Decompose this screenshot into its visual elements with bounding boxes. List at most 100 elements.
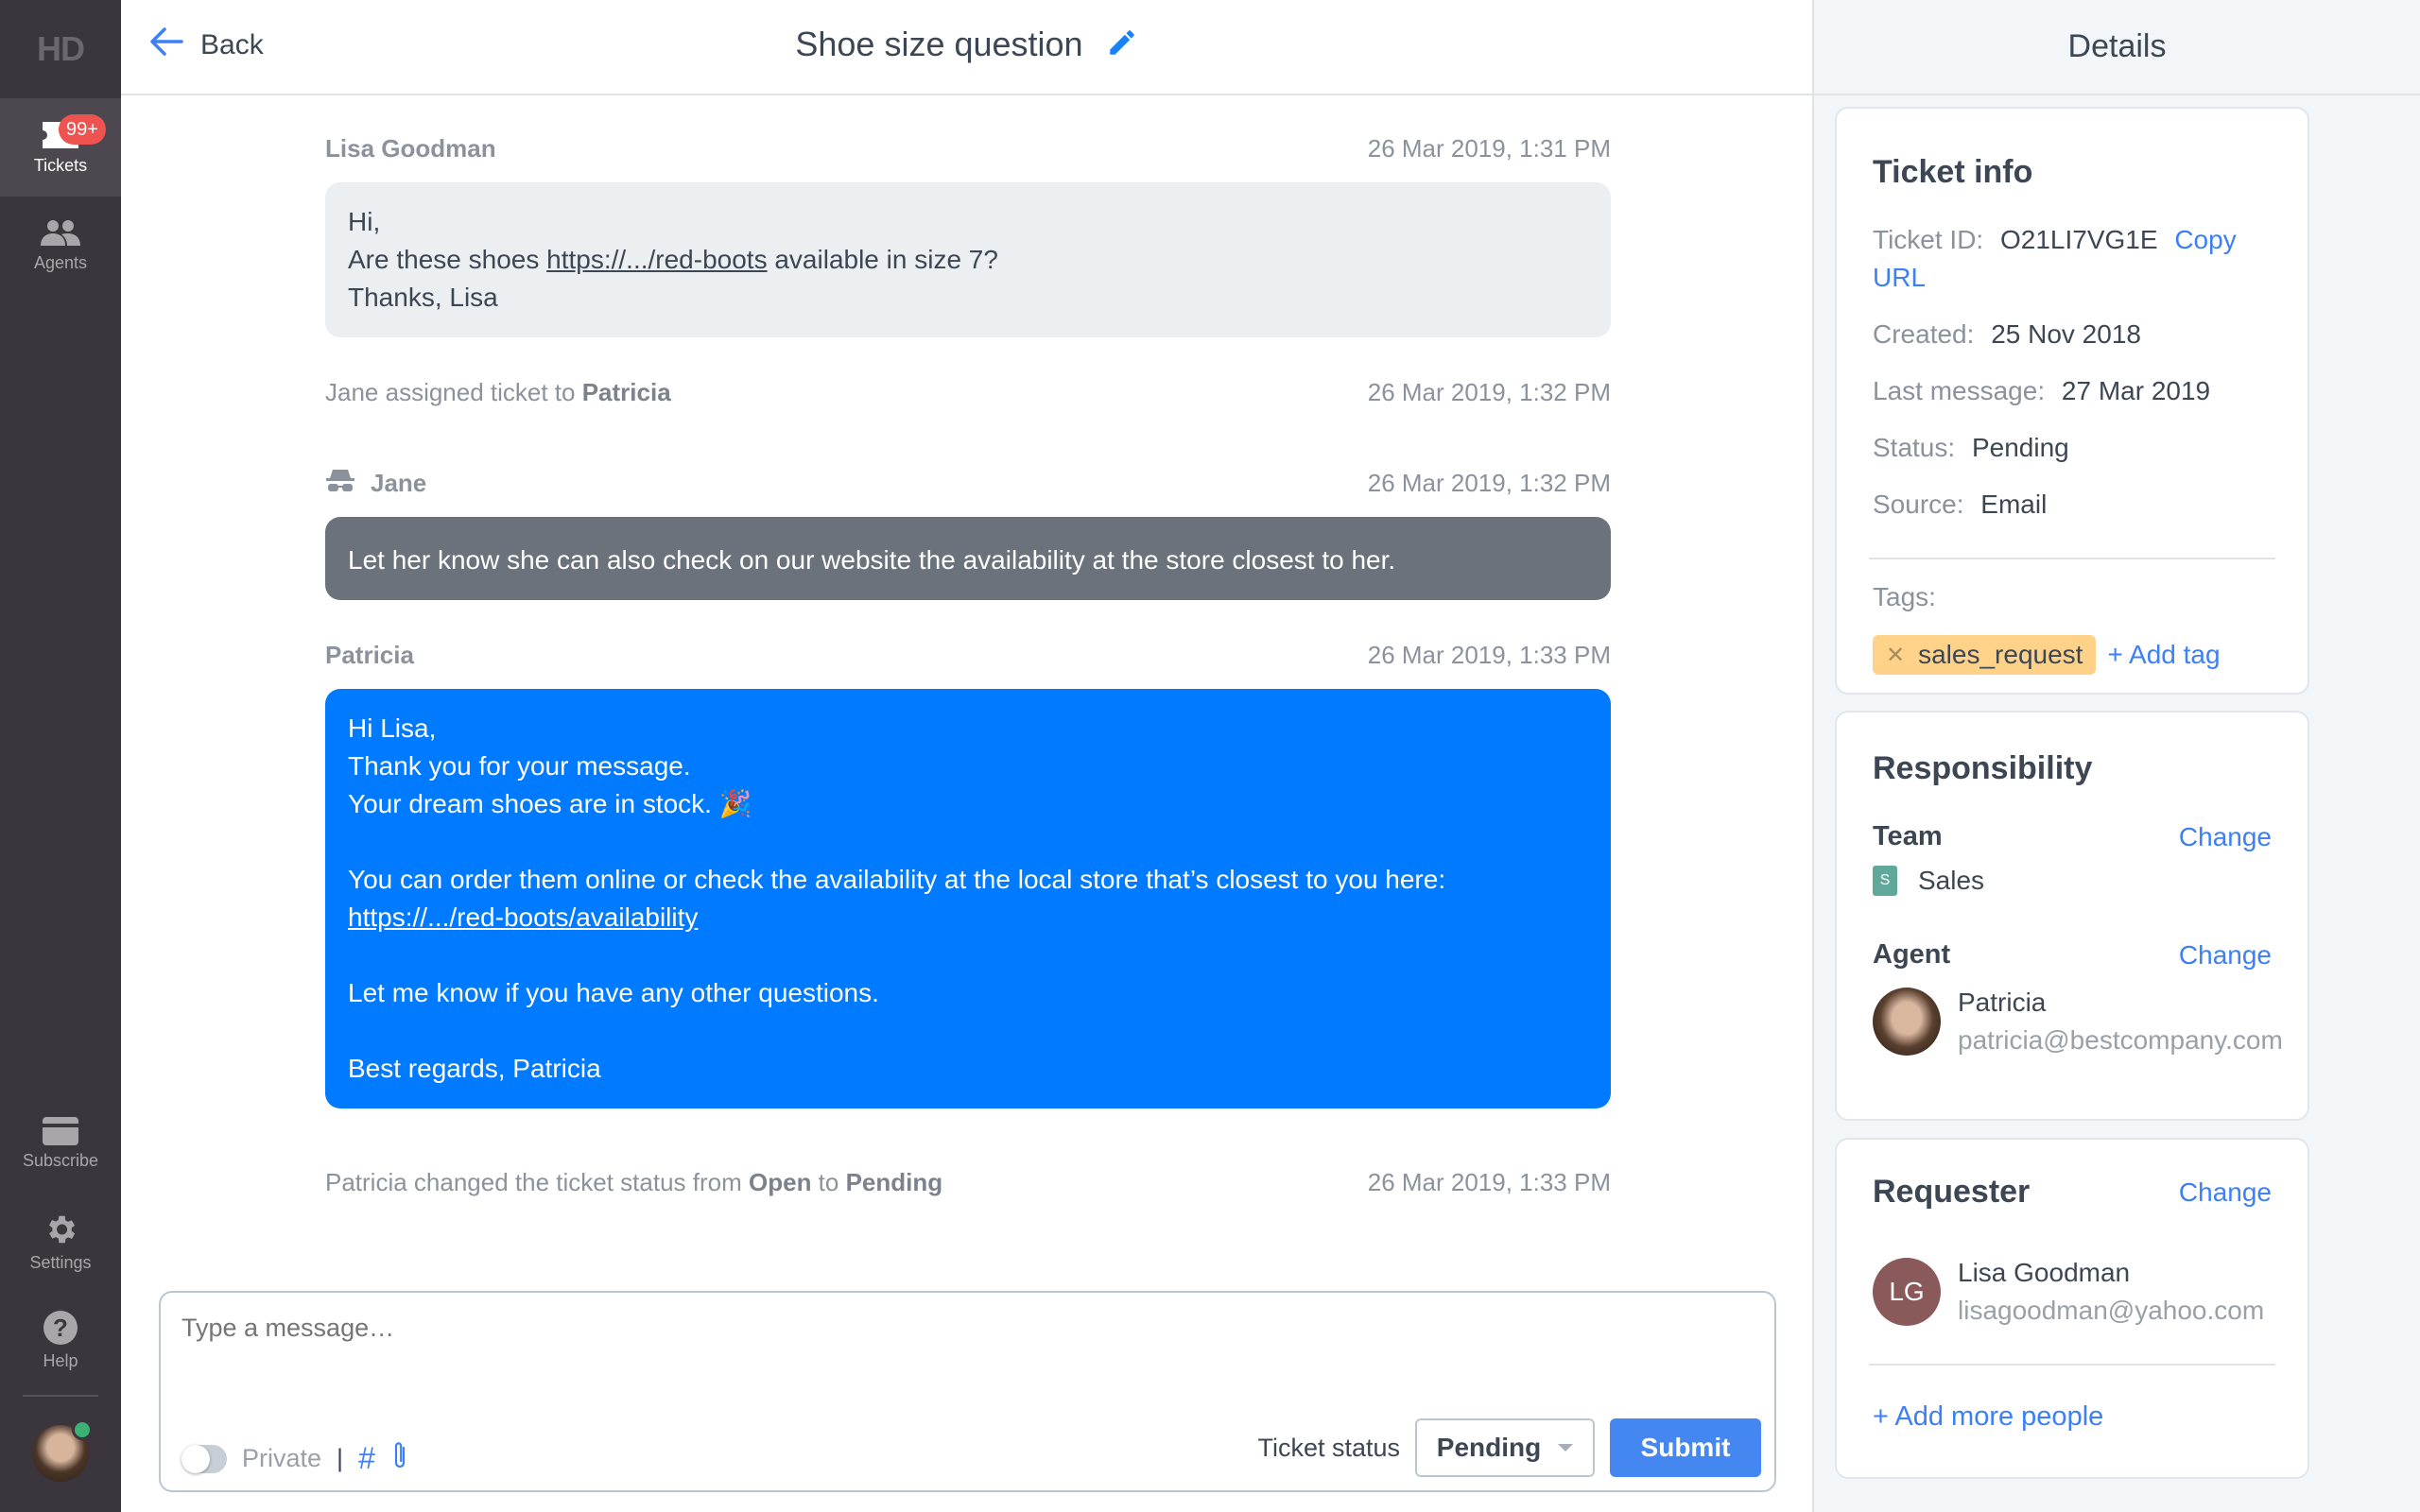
private-label: Private — [242, 1444, 322, 1472]
message-line: Your dream shoes are in stock. 🎉 — [348, 789, 752, 818]
change-agent-link[interactable]: Change — [2179, 940, 2272, 971]
attachment-button[interactable] — [390, 1440, 409, 1477]
availability-link[interactable]: https://.../red-boots/availability — [348, 902, 698, 932]
requester-card: Requester Change LG Lisa Goodman lisagoo… — [1835, 1138, 2309, 1479]
help-icon: ? — [43, 1310, 78, 1346]
event-text: Jane assigned ticket to Patricia — [325, 377, 671, 406]
change-requester-link[interactable]: Change — [2179, 1177, 2272, 1208]
change-team-link[interactable]: Change — [2179, 822, 2272, 852]
details-panel: Details Ticket info Ticket ID: O21LI7VG1… — [1812, 0, 2420, 1512]
nav-item-agents[interactable]: Agents — [0, 197, 121, 295]
nav-item-help[interactable]: ? Help — [0, 1291, 121, 1389]
add-tag-link[interactable]: + Add tag — [2107, 640, 2220, 670]
nav-item-tickets[interactable]: 99+ Tickets — [0, 98, 121, 197]
edit-title-button[interactable] — [1106, 26, 1138, 67]
toggle-knob — [182, 1444, 210, 1473]
ticket-status-select[interactable]: Pending — [1415, 1418, 1595, 1477]
team-name: Sales — [1918, 866, 1985, 895]
team-row: Team Change — [1873, 821, 2272, 852]
message-timestamp: 26 Mar 2019, 1:32 PM — [1367, 468, 1611, 497]
field-label: Tags: — [1873, 582, 1936, 611]
user-avatar[interactable] — [32, 1419, 93, 1482]
field-label: Status: — [1873, 433, 1956, 462]
requester-name: Lisa Goodman — [1958, 1258, 2131, 1287]
responsibility-card: Responsibility Team Change S Sales Agent… — [1835, 711, 2309, 1121]
nav-item-subscribe[interactable]: Subscribe — [0, 1094, 121, 1193]
message-timestamp: 26 Mar 2019, 1:31 PM — [1367, 133, 1611, 163]
message-line: https://.../red-boots/availability — [348, 899, 1588, 936]
tickets-count-badge: 99+ — [59, 114, 106, 145]
ticket-header: Back Shoe size question — [121, 0, 1812, 95]
agent-avatar — [1873, 988, 1941, 1056]
message-header: Jane 26 Mar 2019, 1:32 PM — [325, 455, 1611, 511]
agent-name: Patricia — [1958, 988, 2047, 1017]
message-line: Hi Lisa, — [348, 713, 437, 743]
gear-icon — [43, 1211, 78, 1247]
message-line: Thank you for your message. — [348, 751, 691, 781]
agent-info: Patricia patricia@bestcompany.com — [1873, 984, 2283, 1059]
message-header: Lisa Goodman 26 Mar 2019, 1:31 PM — [325, 120, 1611, 177]
app-logo[interactable]: HD — [0, 0, 121, 98]
requester-avatar: LG — [1873, 1258, 1941, 1326]
product-link[interactable]: https://.../red-boots — [546, 245, 767, 274]
agent-text: Patricia patricia@bestcompany.com — [1958, 984, 2283, 1059]
message-input[interactable] — [182, 1314, 1694, 1343]
requester-info: LG Lisa Goodman lisagoodman@yahoo.com — [1873, 1254, 2272, 1330]
composer-tools: Private | # — [182, 1440, 409, 1477]
add-more-people-link[interactable]: + Add more people — [1873, 1401, 2272, 1433]
tools-separator: | — [337, 1444, 344, 1472]
pencil-icon — [1106, 27, 1138, 66]
caret-down-icon — [1558, 1444, 1574, 1452]
incognito-icon — [325, 468, 355, 499]
nav-item-settings[interactable]: Settings — [0, 1193, 121, 1291]
old-status: Open — [749, 1167, 812, 1196]
requester-email: lisagoodman@yahoo.com — [1958, 1296, 2265, 1325]
section-divider — [1869, 1364, 2275, 1366]
message-timestamp: 26 Mar 2019, 1:33 PM — [1367, 640, 1611, 669]
status-value: Pending — [1971, 433, 2069, 462]
message-line: You can order them online or check the a… — [348, 865, 1446, 894]
nav-divider — [23, 1395, 98, 1397]
field-label: Source: — [1873, 490, 1964, 519]
assignee-name: Patricia — [581, 377, 671, 406]
message-line: Thanks, Lisa — [348, 283, 498, 312]
event-text: Patricia changed the ticket status from … — [325, 1167, 943, 1196]
event-status-change: Patricia changed the ticket status from … — [325, 1154, 1611, 1211]
page-title: Shoe size question — [121, 25, 1812, 67]
remove-tag-icon[interactable]: ✕ — [1886, 642, 1905, 669]
private-toggle[interactable] — [182, 1444, 227, 1473]
tags-row: Tags: — [1873, 578, 2272, 616]
field-label: Ticket ID: — [1873, 225, 1984, 254]
created-value: 25 Nov 2018 — [1991, 319, 2141, 349]
tag-chip: ✕ sales_request — [1873, 635, 2097, 675]
message-author: Lisa Goodman — [325, 133, 496, 163]
message-bubble: Hi Lisa, Thank you for your message. You… — [325, 689, 1611, 1108]
nav-bottom: Subscribe Settings ? Help — [0, 1094, 121, 1512]
paperclip-icon — [390, 1442, 409, 1476]
svg-text:?: ? — [53, 1314, 68, 1342]
message-line: Are these shoes https://.../red-boots av… — [348, 241, 1588, 279]
nav-item-label: Settings — [29, 1252, 92, 1272]
event-timestamp: 26 Mar 2019, 1:32 PM — [1367, 377, 1611, 406]
event-timestamp: 26 Mar 2019, 1:33 PM — [1367, 1167, 1611, 1196]
last-message-value: 27 Mar 2019 — [2061, 376, 2211, 405]
message-header: Patricia 26 Mar 2019, 1:33 PM — [325, 627, 1611, 683]
ticket-status-label: Ticket status — [1257, 1433, 1400, 1462]
responsibility-heading: Responsibility — [1873, 750, 2093, 786]
note-author-name: Jane — [371, 468, 427, 497]
team-badge: S — [1873, 866, 1897, 896]
field-label: Last message: — [1873, 376, 2046, 405]
hashtag-button[interactable]: # — [358, 1441, 375, 1476]
conversation-thread: Lisa Goodman 26 Mar 2019, 1:31 PM Hi, Ar… — [325, 95, 1611, 1211]
composer-actions: Ticket status Pending Submit — [1257, 1418, 1761, 1477]
message-line: Best regards, Patricia — [348, 1054, 601, 1083]
submit-button[interactable]: Submit — [1610, 1418, 1761, 1477]
created-row: Created: 25 Nov 2018 — [1873, 316, 2272, 353]
field-label: Created: — [1873, 319, 1975, 349]
message-author: Patricia — [325, 640, 414, 669]
requester-heading: Requester — [1873, 1174, 2031, 1210]
message-bubble: Hi, Are these shoes https://.../red-boot… — [325, 182, 1611, 337]
